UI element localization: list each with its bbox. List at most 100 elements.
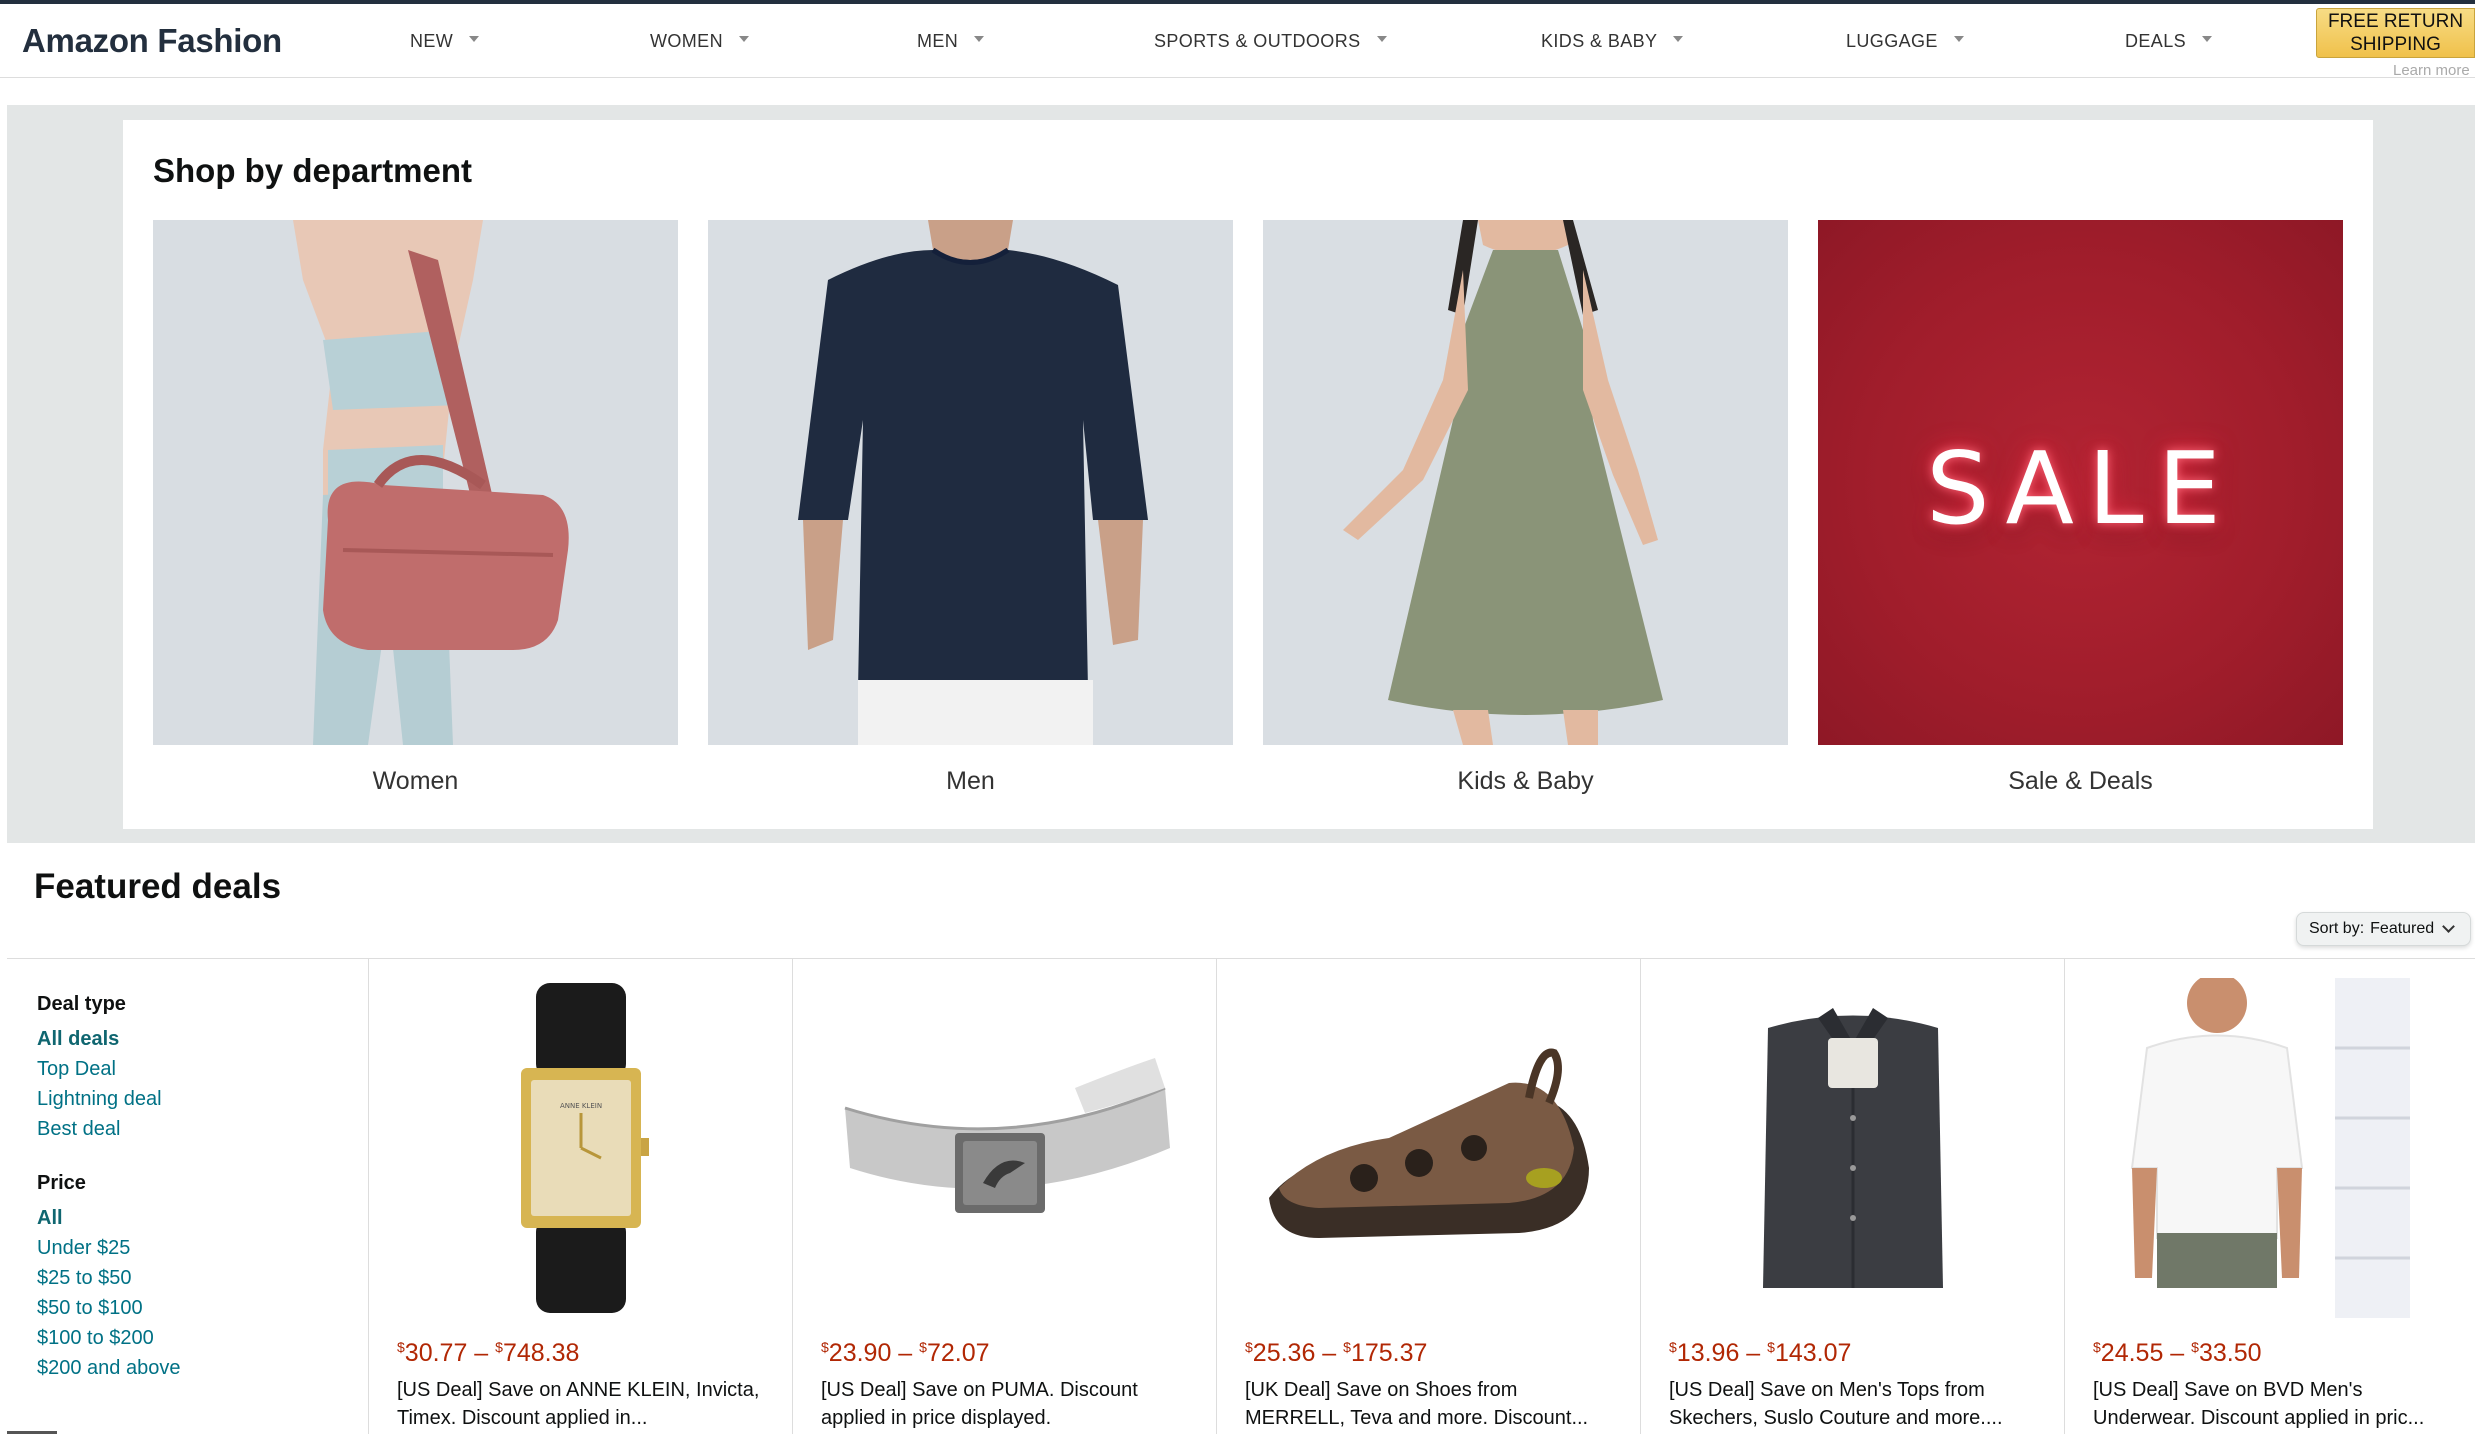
caret-down-icon <box>739 35 749 42</box>
price-high: 175.37 <box>1350 1339 1428 1367</box>
price-low: 13.96 <box>1676 1339 1740 1367</box>
deal-description[interactable]: [US Deal] Save on BVD Men's Underwear. D… <box>2093 1376 2465 1434</box>
deal-price: $30.77 – $748.38 <box>397 1339 580 1367</box>
deal-price: $23.90 – $72.07 <box>821 1339 990 1367</box>
sort-dropdown[interactable]: Sort by: Featured <box>2296 912 2471 946</box>
chevron-down-icon <box>2442 920 2456 933</box>
deal-description[interactable]: [UK Deal] Save on Shoes from MERRELL, Te… <box>1245 1376 1617 1434</box>
filter-price-50-100[interactable]: $50 to $100 <box>37 1293 368 1323</box>
nav-item-new[interactable]: NEW <box>410 31 480 52</box>
filter-lightning-deal[interactable]: Lightning deal <box>37 1084 368 1114</box>
tile-label: Kids & Baby <box>1457 767 1594 795</box>
kids-baby-photo <box>1263 220 1788 745</box>
deal-card[interactable]: ANNE KLEIN $30.77 – $748.38 [US Deal] Sa… <box>369 959 793 1434</box>
girl-in-dress-icon <box>1263 220 1788 745</box>
deal-price: $13.96 – $143.07 <box>1669 1339 1852 1367</box>
price-low: 24.55 <box>2100 1339 2164 1367</box>
price-low: 23.90 <box>828 1339 892 1367</box>
men-photo <box>708 220 1233 745</box>
nav-label: SPORTS & OUTDOORS <box>1154 31 1361 51</box>
filter-price-100-200[interactable]: $100 to $200 <box>37 1323 368 1353</box>
nav-label: WOMEN <box>650 31 723 51</box>
featured-deals-title: Featured deals <box>34 867 282 906</box>
nav-item-kids-baby[interactable]: KIDS & BABY <box>1541 31 1684 52</box>
price-low: 25.36 <box>1252 1339 1316 1367</box>
women-photo <box>153 220 678 745</box>
deal-price: $25.36 – $175.37 <box>1245 1339 1428 1367</box>
free-return-shipping-badge[interactable]: FREE RETURN SHIPPING <box>2316 8 2475 58</box>
nav-item-women[interactable]: WOMEN <box>650 31 749 52</box>
caret-down-icon <box>974 35 985 42</box>
deal-card[interactable]: $13.96 – $143.07 [US Deal] Save on Men's… <box>1641 959 2065 1434</box>
learn-more-link[interactable]: Learn more <box>2393 62 2470 79</box>
nav-label: DEALS <box>2125 31 2187 51</box>
product-image <box>793 983 1217 1313</box>
sort-label: Sort by: <box>2309 920 2365 937</box>
price-heading: Price <box>37 1172 86 1194</box>
price-high: 143.07 <box>1774 1339 1852 1367</box>
nav-item-deals[interactable]: DEALS <box>2125 31 2213 52</box>
shop-by-department-card: Shop by department Women Men Kids & Baby… <box>123 120 2373 829</box>
caret-down-icon <box>1376 35 1387 42</box>
product-image <box>2065 978 2475 1318</box>
woman-with-bag-icon <box>153 220 678 745</box>
department-tile-kids-baby[interactable]: Kids & Baby <box>1263 220 1788 796</box>
nav-label: KIDS & BABY <box>1541 31 1658 51</box>
department-tile-women[interactable]: Women <box>153 220 678 796</box>
deal-price: $24.55 – $33.50 <box>2093 1339 2262 1367</box>
deal-description[interactable]: [US Deal] Save on PUMA. Discount applied… <box>821 1376 1193 1434</box>
nav-item-sports-outdoors[interactable]: SPORTS & OUTDOORS <box>1154 31 1387 52</box>
nav-item-luggage[interactable]: LUGGAGE <box>1846 31 1964 52</box>
watch-icon: ANNE KLEIN <box>521 983 649 1313</box>
deal-description[interactable]: [US Deal] Save on Men's Tops from Skeche… <box>1669 1376 2041 1434</box>
nav-label: NEW <box>410 31 454 51</box>
section-title: Shop by department <box>153 152 473 189</box>
caret-down-icon <box>1673 35 1684 42</box>
deal-type-heading: Deal type <box>37 993 126 1015</box>
man-in-tshirt-icon <box>708 220 1233 745</box>
tile-label: Men <box>946 767 995 795</box>
filter-price-200-above[interactable]: $200 and above <box>37 1353 368 1383</box>
deal-filters-sidebar: Deal type All deals Top Deal Lightning d… <box>7 959 369 1434</box>
price-high: 33.50 <box>2198 1339 2262 1367</box>
deal-card[interactable]: $24.55 – $33.50 [US Deal] Save on BVD Me… <box>2065 959 2475 1434</box>
belt-icon <box>844 1058 1170 1213</box>
sale-banner-image: SALE <box>1818 220 2343 745</box>
sandal-icon <box>1269 1048 1589 1238</box>
tile-label: Women <box>372 767 459 795</box>
caret-down-icon <box>2202 35 2213 42</box>
shirt-icon <box>1763 1008 1943 1288</box>
badge-line-1: FREE RETURN <box>2327 11 2464 32</box>
filter-all-deals[interactable]: All deals <box>37 1024 368 1054</box>
filter-price-25-50[interactable]: $25 to $50 <box>37 1263 368 1293</box>
nav-label: MEN <box>917 31 959 51</box>
deal-card[interactable]: $23.90 – $72.07 [US Deal] Save on PUMA. … <box>793 959 1217 1434</box>
featured-deals-row: Deal type All deals Top Deal Lightning d… <box>7 958 2475 1434</box>
badge-line-2: SHIPPING <box>2350 34 2441 55</box>
nav-label: LUGGAGE <box>1846 31 1938 51</box>
deal-description[interactable]: [US Deal] Save on ANNE KLEIN, Invicta, T… <box>397 1376 769 1434</box>
filter-price-under-25[interactable]: Under $25 <box>37 1233 368 1263</box>
price-high: 72.07 <box>926 1339 990 1367</box>
product-image: ANNE KLEIN <box>369 983 793 1313</box>
tshirt-icon <box>2127 978 2427 1318</box>
filter-top-deal[interactable]: Top Deal <box>37 1054 368 1084</box>
brand-logo[interactable]: Amazon Fashion <box>22 22 282 60</box>
tile-label: Sale & Deals <box>2008 767 2153 795</box>
product-image <box>1641 983 2065 1313</box>
nav-item-men[interactable]: MEN <box>917 31 985 52</box>
filter-price-all[interactable]: All <box>37 1203 368 1233</box>
price-high: 748.38 <box>502 1339 580 1367</box>
top-navigation-bar: Amazon Fashion NEW WOMEN MEN SPORTS & OU… <box>0 0 2475 79</box>
price-low: 30.77 <box>404 1339 468 1367</box>
department-tile-men[interactable]: Men <box>708 220 1233 796</box>
deal-card[interactable]: $25.36 – $175.37 [UK Deal] Save on Shoes… <box>1217 959 1641 1434</box>
filter-best-deal[interactable]: Best deal <box>37 1114 368 1144</box>
caret-down-icon <box>1953 35 1964 42</box>
caret-down-icon <box>469 35 480 42</box>
product-image <box>1217 983 1641 1313</box>
department-tile-sale-deals[interactable]: SALE Sale & Deals <box>1818 220 2343 796</box>
svg-text:ANNE KLEIN: ANNE KLEIN <box>560 1102 602 1110</box>
sort-value: Featured <box>2370 920 2435 937</box>
sale-neon-text: SALE <box>1926 430 2235 547</box>
